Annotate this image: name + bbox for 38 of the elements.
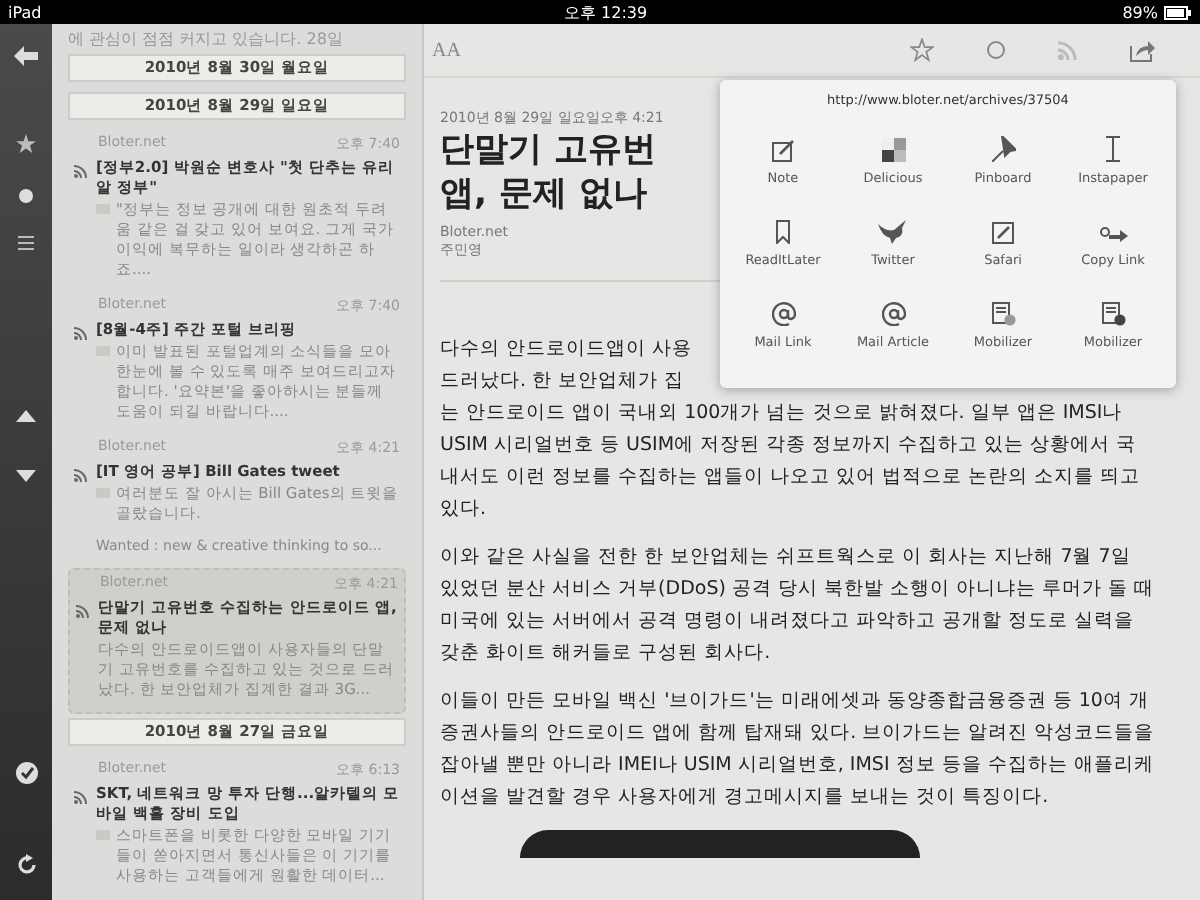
star-icon[interactable] — [910, 38, 934, 62]
body-text: 드러났다. 한 보안업체가 집 — [440, 368, 685, 396]
article-title: 앱, 문제 없나 — [440, 172, 647, 216]
edit-square-icon — [992, 222, 1014, 244]
checker-squares-icon — [881, 138, 905, 162]
at-sign-icon — [771, 302, 795, 326]
feed-icon — [76, 604, 90, 618]
feed-icon — [74, 326, 88, 340]
dot-icon[interactable] — [18, 188, 34, 204]
body-text: 다수의 안드로이드앱이 사용 — [440, 336, 693, 364]
body-paragraph: 이와 같은 사실을 전한 한 보안업체는 쉬프트웍스로 이 회사는 지난해 7월 7일 있었던 분산 서비스 거부(DDoS) 공격 당시 북한발 소행이 아니냐는 루머가 돌 때 미국에 있는 서버에서 공격 명령이 내려졌다고 파악하고 공개할 정도로 실력을 갖춘 화이트 해커들로 구성된 회사다. — [440, 544, 1156, 668]
battery-percent: 89% — [1122, 3, 1158, 21]
at-sign-icon — [881, 302, 905, 326]
refresh-icon[interactable] — [15, 854, 37, 876]
bookmark-icon — [776, 220, 790, 244]
battery-icon — [1164, 5, 1192, 19]
document-badge-icon — [991, 302, 1015, 326]
share-icon[interactable] — [1130, 39, 1156, 61]
body-paragraph: 는 안드로이드 앱이 국내외 100개가 넘는 것으로 밝혀졌다. 일부 앱은 IMSI나 USIM 시리얼번호 등 USIM에 저장된 각종 정보까지 수집하고 있는 상황에서 국내서도 이런 정보를 수집하는 앱들이 나오고 있어 법적으로 논란의 소지를 띄고 있다. — [440, 400, 1143, 524]
feed-icon — [74, 790, 88, 804]
back-arrow-icon[interactable] — [14, 46, 38, 66]
body-paragraph: 이들이 만든 모바일 백신 '브이가드'는 미래에셋과 동양종합금융증권 등 10여 개 증권사들의 안드로이드 앱에 함께 탑재돼 있다. 브이가드는 알려진 악성코드들을 잡아낼 뿐만 아니라 IMEI나 USIM 시리얼번호, IMSI 정보 등을 수집하는 애플리케이션을 발견할 경우 사용자에게 경고메시지를 보내는 것이 특징이다. — [440, 688, 1156, 812]
feed-icon — [74, 468, 88, 482]
letter-i-icon — [1106, 136, 1120, 162]
excerpt-text: 에 관심이 점점 커지고 있습니다. 28일 — [68, 28, 345, 50]
edit-square-icon — [772, 140, 794, 162]
up-triangle-icon[interactable] — [16, 410, 36, 422]
article-title: 단말기 고유번 — [440, 128, 656, 172]
device-name: iPad — [8, 3, 42, 21]
list-icon[interactable] — [18, 236, 34, 250]
down-triangle-icon[interactable] — [16, 470, 36, 482]
star-icon[interactable] — [16, 134, 36, 154]
checkmark-circle-icon[interactable] — [15, 762, 37, 784]
key-arrow-icon — [1099, 226, 1127, 244]
circle-icon[interactable] — [986, 40, 1006, 60]
feed-icon — [74, 164, 88, 178]
clock: 오후 12:39 — [564, 2, 648, 24]
document-badge-icon — [1101, 302, 1125, 326]
